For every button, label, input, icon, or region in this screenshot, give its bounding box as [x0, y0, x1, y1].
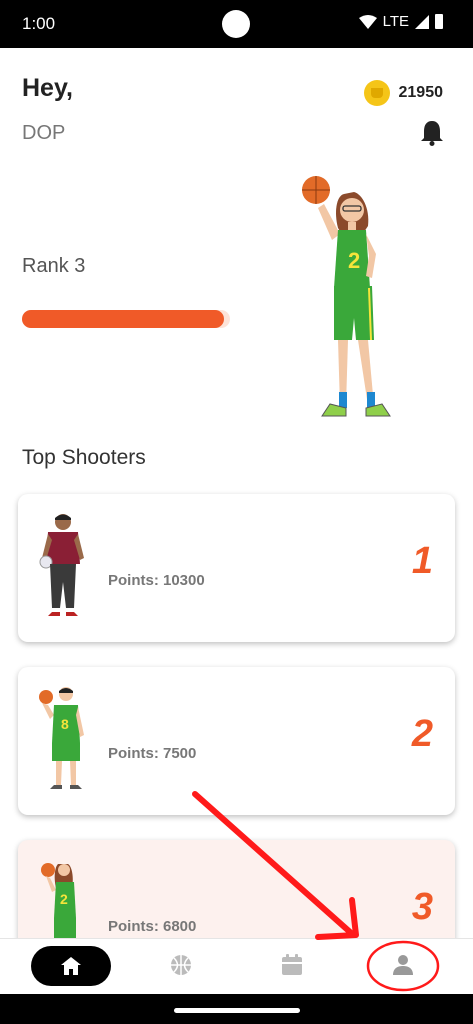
coin-count: 21950 — [398, 84, 444, 101]
shooter-points: Points: 10300 — [108, 572, 205, 589]
shooter-rank: 3 — [411, 886, 433, 928]
wifi-icon — [358, 14, 377, 29]
profile-icon[interactable] — [391, 953, 415, 977]
top-shooters-title: Top Shooters — [22, 446, 146, 469]
coin-balance[interactable]: 21950 — [363, 80, 444, 106]
signal-icon — [415, 14, 429, 29]
username: DOP — [22, 122, 66, 144]
gesture-bar — [0, 994, 473, 1024]
shooter-card-1[interactable]: Points: 10300 1 — [18, 494, 455, 642]
battery-icon — [435, 14, 443, 29]
nav-home[interactable] — [31, 946, 111, 986]
shooter-rank: 2 — [411, 713, 433, 755]
rank-label: Rank 3 — [22, 255, 86, 277]
status-bar: 1:00 LTE — [0, 0, 473, 48]
shooter-points: Points: 7500 — [108, 745, 197, 762]
home-screen: Hey, DOP 21950 Rank 3 2 Top Shooters Poi… — [0, 48, 473, 938]
network-label: LTE — [382, 13, 409, 30]
shooter-card-3[interactable]: 2 Points: 6800 3 — [18, 840, 455, 938]
coin-icon — [363, 80, 390, 106]
status-icons: LTE — [358, 13, 443, 30]
greeting: Hey, — [22, 74, 73, 102]
shooter-avatar: 8 — [39, 687, 84, 789]
svg-text:2: 2 — [60, 891, 68, 907]
shooter-rank: 1 — [411, 540, 433, 582]
calendar-icon[interactable] — [280, 953, 304, 977]
gesture-handle[interactable] — [174, 1008, 300, 1013]
shooter-avatar: 2 — [41, 863, 76, 938]
rank-progress-fill — [22, 310, 224, 328]
home-icon — [61, 957, 81, 975]
status-time: 1:00 — [22, 14, 56, 33]
bell-icon[interactable] — [421, 120, 443, 146]
rank-progress — [22, 310, 230, 328]
camera-cutout — [222, 10, 250, 38]
shooter-card-2[interactable]: 8 Points: 7500 2 — [18, 667, 455, 815]
svg-text:2: 2 — [348, 248, 360, 273]
player-illustration: 2 — [302, 176, 391, 417]
basketball-icon[interactable] — [169, 953, 193, 977]
shooter-points: Points: 6800 — [108, 918, 197, 935]
svg-text:8: 8 — [61, 716, 69, 732]
bottom-nav — [0, 938, 473, 994]
shooter-avatar — [39, 514, 84, 616]
